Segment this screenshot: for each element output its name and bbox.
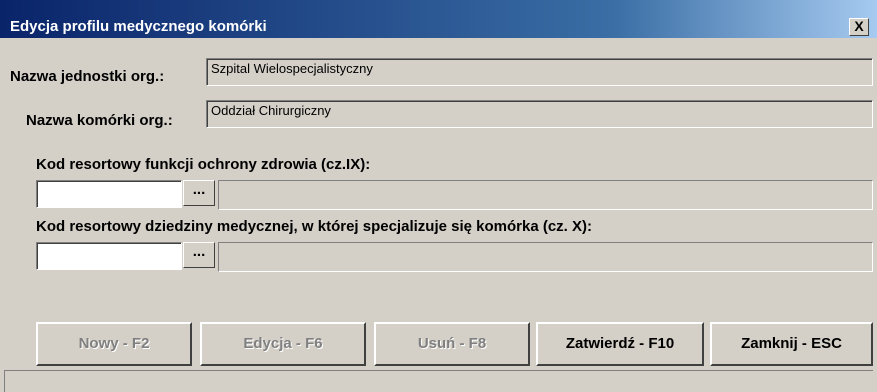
close-button[interactable]: Zamknij - ESC: [710, 322, 873, 366]
edit-button[interactable]: Edycja - F6: [200, 322, 366, 366]
unit-name-label: Nazwa jednostki org.:: [10, 68, 165, 85]
cell-name-field: Oddział Chirurgiczny: [206, 100, 873, 128]
medical-domain-lookup-button[interactable]: ...: [183, 242, 215, 268]
title-bar[interactable]: Edycja profilu medycznego komórki X: [0, 0, 877, 38]
new-button[interactable]: Nowy - F2: [36, 322, 192, 366]
cell-name-label: Nazwa komórki org.:: [26, 112, 173, 129]
health-function-label: Kod resortowy funkcji ochrony zdrowia (c…: [36, 156, 371, 173]
medical-domain-description: [218, 242, 873, 272]
health-function-code-input[interactable]: [36, 180, 182, 208]
close-icon[interactable]: X: [849, 18, 869, 36]
status-bar: [4, 370, 873, 392]
window-title: Edycja profilu medycznego komórki: [10, 18, 267, 35]
medical-domain-code-input[interactable]: [36, 242, 182, 270]
confirm-button[interactable]: Zatwierdź - F10: [536, 322, 704, 366]
delete-button[interactable]: Usuń - F8: [374, 322, 530, 366]
unit-name-field: Szpital Wielospecjalistyczny: [206, 58, 873, 86]
medical-domain-label: Kod resortowy dziedziny medycznej, w któ…: [36, 218, 592, 235]
health-function-description: [218, 180, 873, 210]
health-function-lookup-button[interactable]: ...: [183, 180, 215, 206]
dialog-window: Edycja profilu medycznego komórki X Nazw…: [0, 0, 877, 392]
